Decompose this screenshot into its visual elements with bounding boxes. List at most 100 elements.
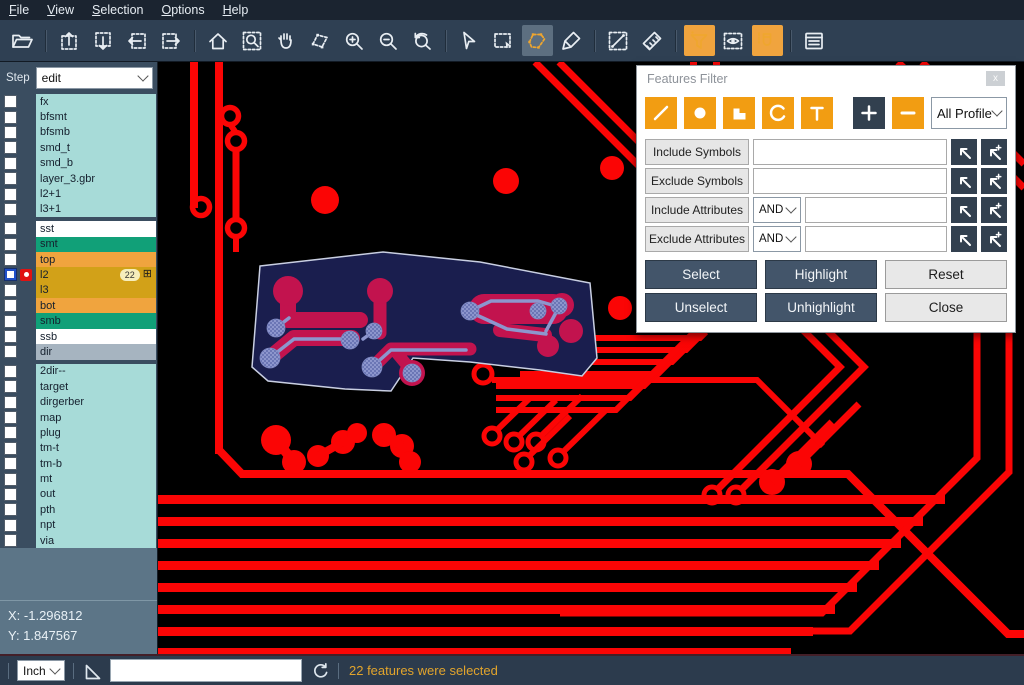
filter-arc-button[interactable] [762,97,794,129]
layer-row[interactable]: map ⊞ [0,410,157,425]
layer-visibility-checkbox[interactable] [4,457,17,470]
layer-visibility-checkbox[interactable] [4,268,17,281]
layer-row[interactable]: l2+1 ⊞ [0,186,157,201]
layer-visibility-checkbox[interactable] [4,365,17,378]
layer-visibility-checkbox[interactable] [4,503,17,516]
layer-row[interactable]: sst ⊞ [0,221,157,236]
criteria-label-button[interactable]: Exclude Symbols [645,168,749,194]
layer-visibility-checkbox[interactable] [4,203,17,216]
layer-row[interactable]: ssb ⊞ [0,329,157,344]
and-or-select[interactable]: AND [753,226,801,252]
layer-row[interactable]: l3 ⊞ [0,283,157,298]
layer-visibility-checkbox[interactable] [4,141,17,154]
zoom-previous-button[interactable] [407,25,438,56]
layer-row[interactable]: plug ⊞ [0,425,157,440]
layer-visibility-checkbox[interactable] [4,126,17,139]
layer-row[interactable]: target ⊞ [0,379,157,394]
layer-visibility-checkbox[interactable] [4,330,17,343]
drag-polygon-button[interactable] [305,25,336,56]
layer-visibility-checkbox[interactable] [4,411,17,424]
filter-pad-button[interactable] [684,97,716,129]
pick-button[interactable] [951,197,977,223]
layer-visibility-checkbox[interactable] [4,95,17,108]
zoom-in-button[interactable] [339,25,370,56]
measure-button[interactable] [603,25,634,56]
dialog-close-button[interactable]: x [986,71,1005,86]
criteria-input[interactable] [805,226,947,252]
layer-row[interactable]: 2dir-- ⊞ [0,364,157,379]
layer-row[interactable]: fx ⊞ [0,94,157,109]
layer-visibility-checkbox[interactable] [4,188,17,201]
shift-step-right-button[interactable] [156,25,187,56]
pick-button[interactable] [951,139,977,165]
refresh-icon[interactable] [310,661,330,681]
layer-visibility-checkbox[interactable] [4,442,17,455]
layer-visibility-checkbox[interactable] [4,253,17,266]
forms-editor-button[interactable] [799,25,830,56]
pick-button[interactable] [951,168,977,194]
rectangle-select-button[interactable] [488,25,519,56]
layer-visibility-checkbox[interactable] [4,299,17,312]
features-filter-button[interactable] [684,25,715,56]
layer-visibility-checkbox[interactable] [4,345,17,358]
layer-visibility-checkbox[interactable] [4,488,17,501]
unselect-button[interactable]: Unselect [645,293,757,322]
layer-row[interactable]: bfsmb ⊞ [0,125,157,140]
layer-visibility-checkbox[interactable] [4,396,17,409]
zoom-area-button[interactable] [237,25,268,56]
menu-options[interactable]: Options [152,0,213,20]
pick-button[interactable] [951,226,977,252]
layer-row[interactable]: smd_b ⊞ [0,156,157,171]
pick-add-button[interactable] [981,226,1007,252]
snap-button[interactable] [752,25,783,56]
layer-row[interactable]: layer_3.gbr ⊞ [0,171,157,186]
layer-row[interactable]: out ⊞ [0,487,157,502]
filter-text-button[interactable] [801,97,833,129]
layer-row[interactable]: npt ⊞ [0,518,157,533]
layer-visibility-checkbox[interactable] [4,315,17,328]
layer-row[interactable]: l2 22 ⊞ [0,267,157,282]
shift-step-up-button[interactable] [54,25,85,56]
layer-row[interactable]: smb ⊞ [0,313,157,328]
pick-add-button[interactable] [981,197,1007,223]
menu-file[interactable]: File [0,0,38,20]
layer-row[interactable]: mt ⊞ [0,471,157,486]
zoom-home-button[interactable] [203,25,234,56]
layer-visibility-checkbox[interactable] [4,222,17,235]
layer-visibility-checkbox[interactable] [4,172,17,185]
layer-visibility-checkbox[interactable] [4,534,17,547]
criteria-input[interactable] [753,139,947,165]
layer-row[interactable]: bfsmt ⊞ [0,109,157,124]
layer-row[interactable]: pth ⊞ [0,502,157,517]
menu-help[interactable]: Help [214,0,258,20]
layer-table-icon[interactable]: ⊞ [143,269,152,280]
view-options-button[interactable] [718,25,749,56]
unhighlight-button[interactable]: Unhighlight [765,293,877,322]
units-select[interactable]: Inch [17,660,65,681]
ruler-button[interactable] [637,25,668,56]
criteria-input[interactable] [805,197,947,223]
layer-visibility-checkbox[interactable] [4,426,17,439]
profile-select[interactable]: All Profile [931,97,1007,129]
layer-visibility-checkbox[interactable] [4,238,17,251]
criteria-label-button[interactable]: Exclude Attributes [645,226,749,252]
step-select[interactable]: edit [36,67,153,89]
layer-row[interactable]: l3+1 ⊞ [0,202,157,217]
menu-selection[interactable]: Selection [83,0,152,20]
close-button[interactable]: Close [885,293,1007,322]
filter-line-button[interactable] [645,97,677,129]
layer-visibility-checkbox[interactable] [4,157,17,170]
layer-row[interactable]: tm-b ⊞ [0,456,157,471]
reset-button[interactable]: Reset [885,260,1007,289]
filter-remove-button[interactable] [892,97,924,129]
layer-row[interactable]: tm-t ⊞ [0,441,157,456]
layer-visibility-checkbox[interactable] [4,473,17,486]
criteria-input[interactable] [753,168,947,194]
select-pointer-button[interactable] [454,25,485,56]
layer-visibility-checkbox[interactable] [4,380,17,393]
layer-row[interactable]: via ⊞ [0,533,157,548]
select-button[interactable]: Select [645,260,757,289]
filter-surface-button[interactable] [723,97,755,129]
highlight-button[interactable]: Highlight [765,260,877,289]
pan-button[interactable] [271,25,302,56]
